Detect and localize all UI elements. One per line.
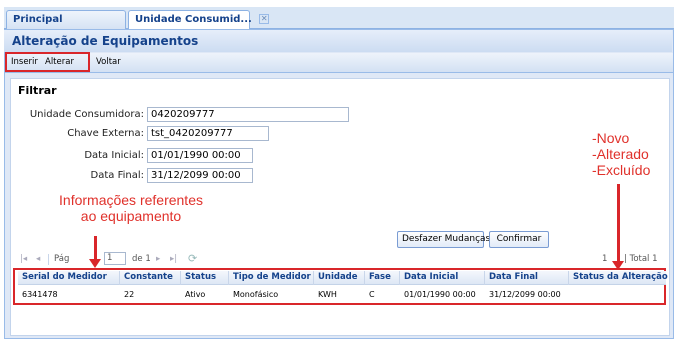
- filter-title: Filtrar: [18, 84, 57, 97]
- table-row[interactable]: [18, 286, 666, 302]
- annotation-arrow-right: [617, 184, 620, 262]
- alter-button[interactable]: Alterar: [45, 57, 74, 67]
- cell-tipo-medidor: Monofásico: [233, 290, 279, 299]
- page-input[interactable]: 1: [104, 252, 126, 265]
- last-page-icon[interactable]: ▸|: [170, 254, 177, 264]
- first-page-icon[interactable]: |◂: [20, 254, 27, 264]
- pager: |◂ ◂ Pág 1 de 1 ▸ ▸| ⟳ 1 | Total 1: [18, 252, 666, 268]
- column-header-serial[interactable]: Serial do Medidor: [22, 272, 107, 282]
- data-final-label: Data Final:: [90, 170, 144, 181]
- next-page-icon[interactable]: ▸: [156, 254, 160, 264]
- cell-data-final: 31/12/2099 00:00: [489, 290, 561, 299]
- data-inicial-field[interactable]: 01/01/1990 00:00: [147, 148, 253, 163]
- back-button[interactable]: Voltar: [96, 57, 121, 67]
- page-title: Alteração de Equipamentos: [4, 30, 672, 52]
- unidade-consumidora-field[interactable]: 0420209777: [147, 107, 349, 122]
- prev-page-icon[interactable]: ◂: [36, 254, 40, 264]
- undo-changes-button[interactable]: Desfazer Mudanças: [397, 231, 490, 248]
- data-inicial-label: Data Inicial:: [84, 150, 144, 161]
- column-divider: [180, 271, 181, 285]
- total-prefix: 1: [602, 254, 608, 264]
- column-divider: [119, 271, 120, 285]
- cell-fase: C: [369, 290, 375, 299]
- tab-principal-label: Principal: [13, 14, 63, 25]
- data-final-field[interactable]: 31/12/2099 00:00: [147, 168, 253, 183]
- column-header-tipo-medidor[interactable]: Tipo de Medidor: [233, 272, 311, 282]
- chave-externa-label: Chave Externa:: [67, 128, 144, 139]
- cell-serial: 6341478: [22, 290, 58, 299]
- column-divider: [313, 271, 314, 285]
- unidade-consumidora-label: Unidade Consumidora:: [29, 109, 144, 120]
- tab-unidade-label: Unidade Consumid...: [135, 14, 252, 25]
- chave-externa-field[interactable]: tst_0420209777: [147, 126, 269, 141]
- column-divider: [399, 271, 400, 285]
- total-label: | Total 1: [624, 254, 658, 264]
- column-header-data-inicial[interactable]: Data Inicial: [404, 272, 458, 282]
- column-divider: [364, 271, 365, 285]
- page-label: Pág: [54, 254, 70, 264]
- column-header-constante[interactable]: Constante: [124, 272, 173, 282]
- insert-button[interactable]: Inserir: [11, 57, 38, 67]
- column-header-data-final[interactable]: Data Final: [489, 272, 538, 282]
- column-header-status[interactable]: Status: [185, 272, 216, 282]
- cell-status: Ativo: [185, 290, 206, 299]
- confirm-button[interactable]: Confirmar: [489, 231, 549, 248]
- pager-separator: [48, 254, 49, 265]
- column-header-unidade[interactable]: Unidade: [318, 272, 358, 282]
- column-divider: [228, 271, 229, 285]
- column-divider: [484, 271, 485, 285]
- tab-unidade-consumidora[interactable]: Unidade Consumid... ✕: [128, 10, 270, 30]
- annotation-info-line1: Informações referentes: [59, 192, 203, 208]
- annotation-info-line2: ao equipamento: [80, 208, 182, 224]
- column-header-status-alteracao[interactable]: Status da Alteração: [573, 272, 668, 282]
- tab-principal[interactable]: Principal: [6, 10, 126, 29]
- cell-constante: 22: [124, 290, 135, 299]
- annotation-status-novo: -Novo: [592, 130, 630, 146]
- cell-data-inicial: 01/01/1990 00:00: [404, 290, 476, 299]
- annotation-status-excluido: -Excluído: [592, 162, 651, 178]
- column-divider: [568, 271, 569, 285]
- cell-unidade: KWH: [318, 290, 337, 299]
- annotation-status-alterado: -Alterado: [592, 146, 649, 162]
- close-icon[interactable]: ✕: [259, 14, 270, 24]
- column-header-fase[interactable]: Fase: [369, 272, 391, 282]
- page-count-label: de 1: [132, 254, 151, 264]
- refresh-icon[interactable]: ⟳: [188, 252, 197, 265]
